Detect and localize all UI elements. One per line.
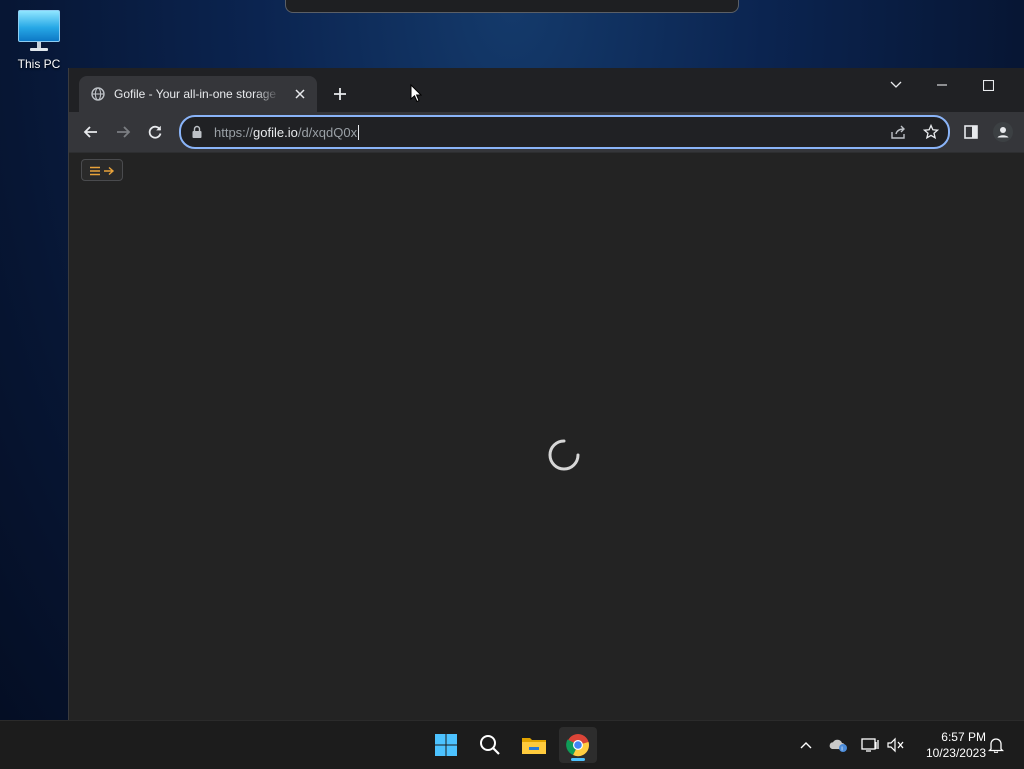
start-icon[interactable] [427, 727, 465, 763]
svg-text:i: i [841, 747, 842, 753]
desktop-icon-this-pc[interactable]: This PC [8, 8, 70, 71]
url-text[interactable]: https://gofile.io/d/xqdQ0x [214, 124, 360, 140]
volume-muted-icon[interactable] [886, 735, 906, 755]
bookmark-star-icon[interactable] [921, 122, 941, 142]
tab-title: Gofile - Your all-in-one storage solutio… [114, 87, 280, 101]
bell-icon[interactable] [986, 735, 1006, 755]
maximize-icon[interactable] [971, 72, 1005, 98]
title-bar: Gofile - Your all-in-one storage solutio… [69, 68, 1024, 112]
loading-spinner [547, 438, 581, 472]
mouse-cursor-icon [410, 83, 423, 103]
address-bar[interactable]: https://gofile.io/d/xqdQ0x [179, 115, 950, 149]
share-icon[interactable] [889, 122, 909, 142]
onedrive-icon[interactable]: i [828, 735, 848, 755]
url-scheme: https:// [214, 124, 254, 140]
desktop-icon-label: This PC [17, 57, 61, 71]
taskbar-clock[interactable]: 6:57 PM 10/23/2023 [912, 729, 986, 761]
url-path: /d/xqdQ0x [297, 124, 358, 140]
top-edge-window [285, 0, 739, 13]
clock-date: 10/23/2023 [925, 746, 986, 760]
minimize-icon[interactable] [925, 72, 959, 98]
text-caret [358, 124, 360, 140]
taskbar: i 6:57 PM 10/23/2023 [0, 720, 1024, 769]
network-icon[interactable] [860, 735, 880, 755]
browser-window: Gofile - Your all-in-one storage solutio… [68, 68, 1024, 721]
search-icon[interactable] [471, 727, 509, 763]
profile-icon[interactable] [991, 120, 1015, 144]
url-host: gofile.io [253, 124, 298, 140]
menu-toggle-button[interactable] [81, 159, 123, 181]
tab-search-icon[interactable] [879, 72, 913, 98]
menu-arrow-icon [89, 161, 115, 180]
reload-icon[interactable] [143, 120, 167, 144]
tab-gofile[interactable]: Gofile - Your all-in-one storage solutio… [79, 76, 317, 112]
forward-icon[interactable] [111, 120, 135, 144]
chevron-up-icon[interactable] [796, 735, 816, 755]
chrome-icon[interactable] [559, 727, 597, 763]
clock-time: 6:57 PM [941, 730, 986, 744]
tab-close-icon[interactable] [292, 86, 308, 102]
globe-icon [91, 87, 105, 101]
active-app-indicator [571, 758, 585, 761]
this-pc-icon [8, 10, 70, 51]
side-panel-icon[interactable] [959, 120, 983, 144]
browser-toolbar: https://gofile.io/d/xqdQ0x [69, 112, 1024, 152]
back-icon[interactable] [79, 120, 103, 144]
lock-icon[interactable] [191, 125, 203, 139]
file-explorer-icon[interactable] [515, 727, 553, 763]
page-content [69, 152, 1024, 721]
new-tab-button[interactable] [329, 83, 351, 105]
